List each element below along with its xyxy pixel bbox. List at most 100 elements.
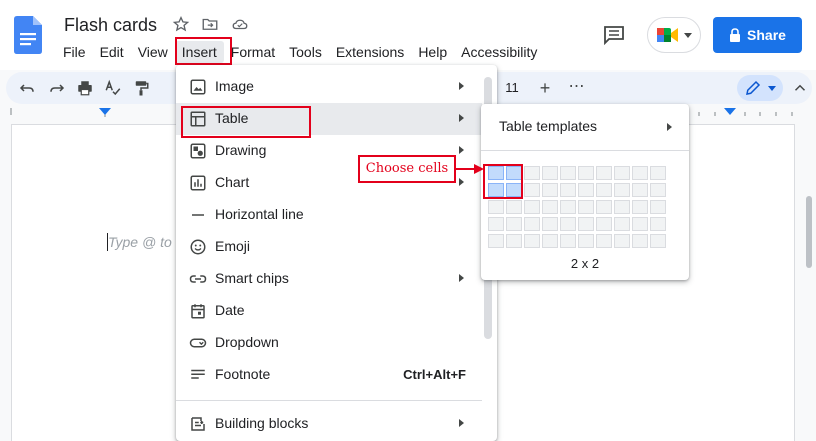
table-grid-cell[interactable] — [506, 234, 522, 248]
menu-item-label: Image — [215, 78, 254, 94]
editing-mode-button[interactable] — [737, 75, 783, 101]
table-grid-cell[interactable] — [560, 183, 576, 197]
chevron-down-icon — [684, 33, 692, 38]
table-grid-cell[interactable] — [578, 200, 594, 214]
table-grid-cell[interactable] — [542, 200, 558, 214]
table-grid-cell[interactable] — [596, 183, 612, 197]
table-grid-cell[interactable] — [506, 200, 522, 214]
menu-extensions[interactable]: Extensions — [329, 41, 411, 63]
horizontal-line-icon — [192, 214, 204, 216]
table-grid-cell[interactable] — [578, 166, 594, 180]
table-grid-cell[interactable] — [650, 217, 666, 231]
meet-button[interactable] — [647, 17, 701, 53]
menu-view[interactable]: View — [131, 41, 175, 63]
menu-help[interactable]: Help — [411, 41, 454, 63]
table-grid-cell[interactable] — [560, 200, 576, 214]
table-grid-cell[interactable] — [632, 200, 648, 214]
table-grid-cell[interactable] — [524, 217, 540, 231]
table-grid-cell[interactable] — [542, 234, 558, 248]
cloud-status-icon[interactable] — [231, 15, 249, 33]
table-grid-cell[interactable] — [524, 200, 540, 214]
undo-icon[interactable] — [18, 79, 36, 97]
table-grid-cell[interactable] — [596, 234, 612, 248]
menu-item-smart-chips[interactable]: Smart chips — [176, 263, 482, 295]
move-folder-icon[interactable] — [201, 15, 219, 33]
comments-icon[interactable] — [603, 25, 625, 45]
menu-item-emoji[interactable]: Emoji — [176, 231, 482, 263]
table-grid-cell[interactable] — [650, 183, 666, 197]
docs-window: Flash cards File Edit View Insert Format… — [0, 0, 816, 441]
table-grid-cell[interactable] — [650, 166, 666, 180]
share-button[interactable]: Share — [713, 17, 802, 53]
table-grid-cell[interactable] — [506, 217, 522, 231]
table-grid-cell[interactable] — [578, 234, 594, 248]
docs-logo-icon[interactable] — [14, 16, 42, 54]
smart-chips-icon — [189, 275, 207, 283]
table-grid-cell[interactable] — [542, 166, 558, 180]
more-options-button[interactable]: ⋯ — [566, 76, 588, 100]
menu-item-footnote[interactable]: Footnote Ctrl+Alt+F — [176, 359, 482, 391]
star-icon[interactable] — [172, 15, 190, 33]
table-grid-cell[interactable] — [614, 217, 630, 231]
table-templates-item[interactable]: Table templates — [499, 118, 597, 134]
collapse-toolbar-icon[interactable] — [791, 79, 809, 97]
table-grid-cell[interactable] — [578, 183, 594, 197]
menu-item-image[interactable]: Image — [176, 71, 482, 103]
submenu-divider — [481, 150, 689, 151]
table-grid-cell[interactable] — [578, 217, 594, 231]
table-grid-cell[interactable] — [524, 166, 540, 180]
menu-item-dropdown[interactable]: Dropdown — [176, 327, 482, 359]
menu-file[interactable]: File — [56, 41, 93, 63]
table-grid-cell[interactable] — [650, 234, 666, 248]
table-grid-cell[interactable] — [560, 234, 576, 248]
table-grid-cell[interactable] — [614, 166, 630, 180]
table-grid-cell[interactable] — [560, 217, 576, 231]
menu-item-label: Chart — [215, 174, 250, 190]
table-grid-cell[interactable] — [542, 217, 558, 231]
increase-font-size-button[interactable]: + — [533, 76, 557, 100]
table-grid-cell[interactable] — [596, 217, 612, 231]
paint-format-icon[interactable] — [132, 79, 150, 97]
menu-tools[interactable]: Tools — [282, 41, 329, 63]
menu-edit[interactable]: Edit — [93, 41, 131, 63]
table-grid-cell[interactable] — [488, 234, 504, 248]
document-scroll-thumb[interactable] — [806, 196, 812, 268]
menu-bar: File Edit View Insert Format Tools Exten… — [56, 41, 544, 63]
menu-format[interactable]: Format — [224, 41, 282, 63]
font-size-input[interactable]: 11 — [499, 76, 525, 100]
table-grid-cell[interactable] — [632, 183, 648, 197]
table-grid-cell[interactable] — [524, 183, 540, 197]
table-grid-cell[interactable] — [632, 234, 648, 248]
lock-icon — [730, 28, 741, 42]
spellcheck-icon[interactable] — [104, 79, 122, 97]
submenu-arrow-icon — [459, 178, 464, 186]
menu-item-label: Smart chips — [215, 270, 289, 286]
vertical-ruler[interactable] — [0, 134, 10, 441]
table-grid-cell[interactable] — [596, 166, 612, 180]
menu-item-date[interactable]: Date — [176, 295, 482, 327]
document-placeholder: Type @ to — [108, 234, 172, 250]
document-title[interactable]: Flash cards — [64, 15, 157, 36]
menu-item-horizontal-line[interactable]: Horizontal line — [176, 199, 482, 231]
table-grid-cell[interactable] — [632, 166, 648, 180]
table-grid-cell[interactable] — [614, 234, 630, 248]
table-grid-cell[interactable] — [650, 200, 666, 214]
table-grid-cell[interactable] — [596, 200, 612, 214]
print-icon[interactable] — [76, 79, 94, 97]
table-grid-cell[interactable] — [614, 200, 630, 214]
table-grid-cell[interactable] — [524, 234, 540, 248]
redo-icon[interactable] — [48, 79, 66, 97]
table-grid-cell[interactable] — [560, 166, 576, 180]
document-scrollbar[interactable] — [802, 124, 816, 441]
dropdown-icon — [189, 338, 207, 348]
table-grid-cell[interactable] — [542, 183, 558, 197]
table-grid-cell[interactable] — [488, 200, 504, 214]
menu-item-building-blocks[interactable]: Building blocks — [176, 408, 482, 440]
submenu-arrow-icon — [459, 146, 464, 154]
table-grid-cell[interactable] — [632, 217, 648, 231]
table-grid-cell[interactable] — [488, 217, 504, 231]
callout-arrow-icon — [456, 164, 484, 174]
share-label: Share — [747, 27, 786, 43]
menu-accessibility[interactable]: Accessibility — [454, 41, 544, 63]
table-grid-cell[interactable] — [614, 183, 630, 197]
